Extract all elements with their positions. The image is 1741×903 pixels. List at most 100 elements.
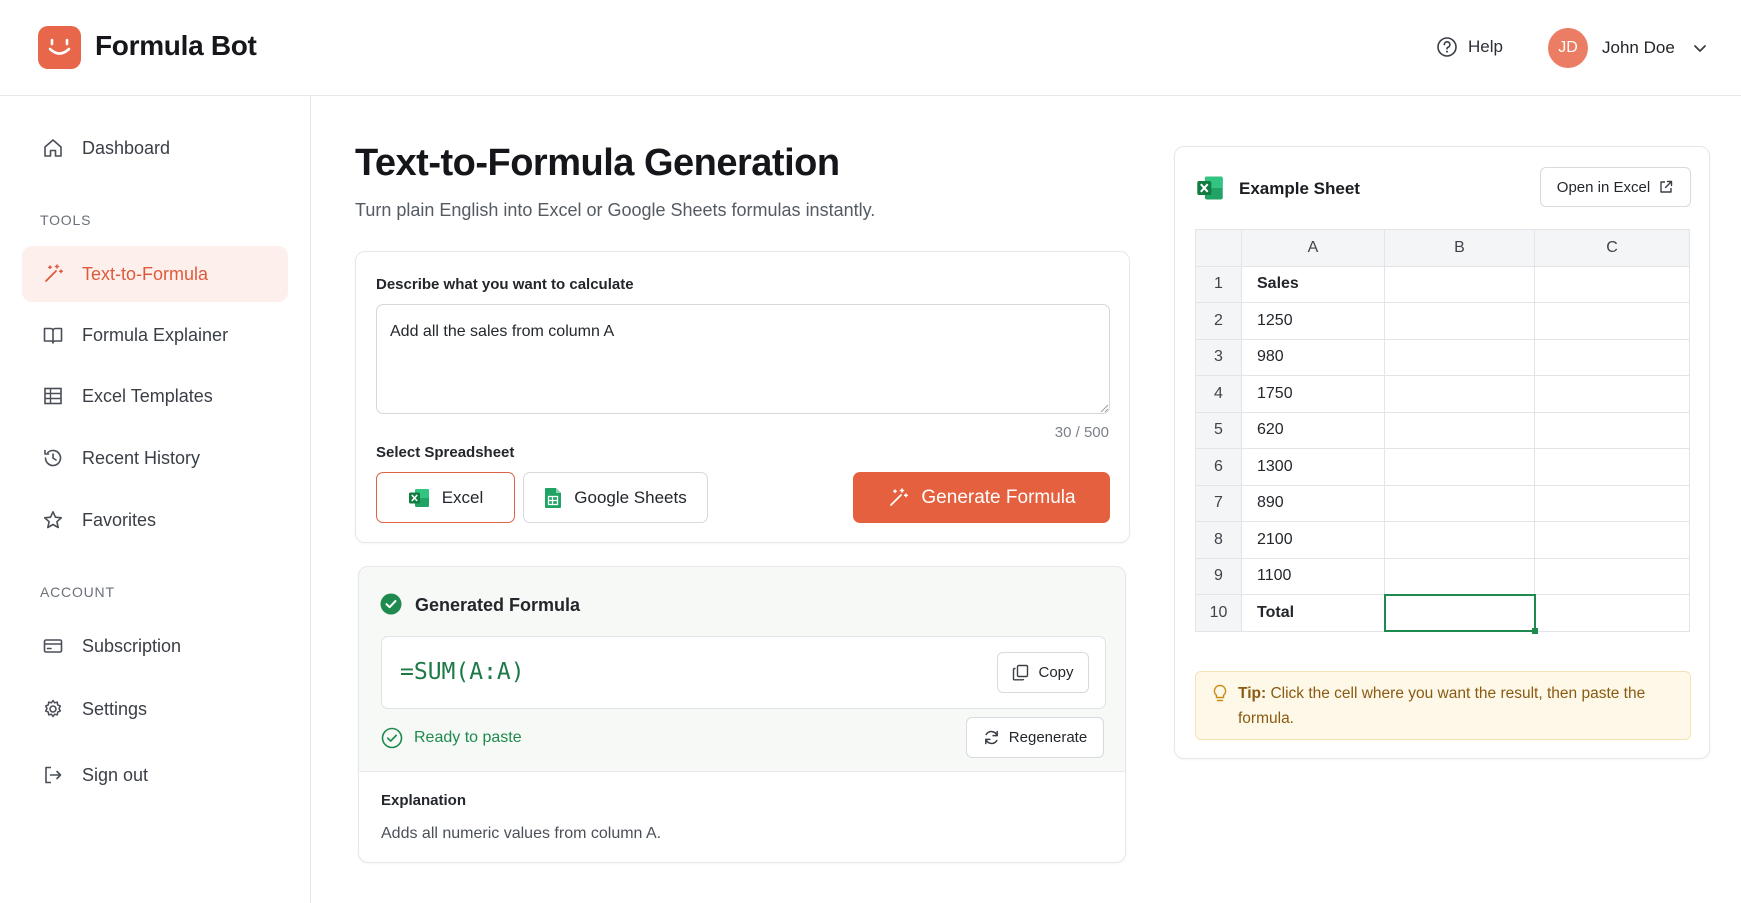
generated-formula-card: Generated Formula =SUM(A:A) Copy Ready t…: [358, 566, 1126, 863]
cell-a1[interactable]: Sales: [1241, 265, 1385, 303]
sidebar-item-label: Recent History: [82, 447, 201, 468]
google-sheets-option-label: Google Sheets: [574, 487, 687, 507]
user-avatar[interactable]: JD: [1548, 28, 1588, 68]
sidebar-item-label: Subscription: [82, 635, 182, 656]
table-row: 10 Total: [1195, 593, 1690, 634]
column-header-b[interactable]: B: [1384, 229, 1535, 267]
cell-a8[interactable]: 2100: [1241, 521, 1385, 559]
sidebar-item-label: Excel Templates: [82, 385, 213, 406]
sidebar: Dashboard TOOLS Text-to-Formula Formula …: [0, 96, 311, 903]
cell-c9[interactable]: [1534, 557, 1690, 595]
ready-status: Ready to paste: [381, 727, 522, 749]
column-header-c[interactable]: C: [1534, 229, 1690, 267]
sidebar-item-subscription[interactable]: Subscription: [22, 618, 288, 674]
cell-c8[interactable]: [1534, 521, 1690, 559]
sidebar-item-favorites[interactable]: Favorites: [22, 492, 288, 548]
row-number[interactable]: 4: [1195, 375, 1242, 413]
cell-b2[interactable]: [1384, 302, 1535, 340]
row-number[interactable]: 1: [1195, 265, 1242, 303]
external-link-icon: [1660, 180, 1673, 193]
row-number[interactable]: 9: [1195, 557, 1242, 595]
character-count: 30 / 500: [1054, 424, 1109, 441]
google-sheets-option-button[interactable]: Google Sheets: [523, 472, 708, 523]
cell-a10[interactable]: Total: [1241, 594, 1385, 632]
cell-b8[interactable]: [1384, 521, 1535, 559]
resize-handle-icon[interactable]: [1099, 403, 1109, 413]
cell-c1[interactable]: [1534, 265, 1690, 303]
help-link[interactable]: Help: [1436, 36, 1503, 58]
sidebar-item-settings[interactable]: Settings: [22, 681, 288, 737]
column-header-a[interactable]: A: [1241, 229, 1385, 267]
row-number[interactable]: 3: [1195, 338, 1242, 376]
cell-b7[interactable]: [1384, 484, 1535, 522]
magic-wand-icon: [890, 487, 909, 506]
formula-input-card: Describe what you want to calculate Add …: [355, 251, 1130, 543]
row-number[interactable]: 10: [1195, 594, 1242, 632]
cell-b6[interactable]: [1384, 448, 1535, 486]
formula-text[interactable]: =SUM(A:A): [400, 659, 525, 685]
tip-box: Tip: Click the cell where you want the r…: [1195, 671, 1691, 740]
generate-formula-button[interactable]: Generate Formula: [853, 472, 1110, 523]
excel-icon: [408, 488, 429, 507]
sidebar-item-sign-out[interactable]: Sign out: [22, 747, 288, 803]
help-circle-icon: [1437, 37, 1457, 57]
row-number[interactable]: 5: [1195, 411, 1242, 449]
sidebar-item-label: Sign out: [82, 764, 149, 785]
refresh-icon: [984, 730, 998, 745]
sidebar-item-formula-explainer[interactable]: Formula Explainer: [22, 307, 288, 363]
example-sheet-card: Example Sheet Open in Excel A B C 1 Sale…: [1174, 146, 1710, 759]
sidebar-item-recent-history[interactable]: Recent History: [22, 430, 288, 486]
cell-b4[interactable]: [1384, 375, 1535, 413]
open-in-excel-button[interactable]: Open in Excel: [1540, 167, 1691, 207]
sidebar-item-text-to-formula[interactable]: Text-to-Formula: [22, 246, 288, 302]
example-sheet-title: Example Sheet: [1239, 179, 1360, 198]
table-row: 4 1750: [1195, 375, 1690, 413]
account-section-heading: ACCOUNT: [40, 584, 115, 600]
row-number[interactable]: 7: [1195, 484, 1242, 522]
cell-a3[interactable]: 980: [1241, 338, 1385, 376]
chevron-down-icon[interactable]: [1692, 40, 1708, 56]
selected-cell-b10[interactable]: [1383, 593, 1538, 634]
row-number[interactable]: 6: [1195, 448, 1242, 486]
cell-b1[interactable]: [1384, 265, 1535, 303]
regenerate-label: Regenerate: [1008, 729, 1088, 746]
sidebar-item-excel-templates[interactable]: Excel Templates: [22, 368, 288, 424]
ready-status-label: Ready to paste: [414, 729, 522, 746]
excel-option-button[interactable]: Excel: [376, 472, 515, 523]
magic-wand-icon: [45, 264, 64, 282]
row-number[interactable]: 8: [1195, 521, 1242, 559]
cell-a5[interactable]: 620: [1241, 411, 1385, 449]
cell-c7[interactable]: [1534, 484, 1690, 522]
cell-a6[interactable]: 1300: [1241, 448, 1385, 486]
fill-handle[interactable]: [1531, 628, 1538, 634]
check-circle-filled-icon: [380, 593, 402, 615]
brand-name: Formula Bot: [95, 30, 257, 61]
explanation-text: Adds all numeric values from column A.: [381, 825, 662, 842]
cell-c6[interactable]: [1534, 448, 1690, 486]
excel-option-label: Excel: [441, 487, 484, 507]
cell-a9[interactable]: 1100: [1241, 557, 1385, 595]
row-number[interactable]: 2: [1195, 302, 1242, 340]
cell-b3[interactable]: [1384, 338, 1535, 376]
cell-c10[interactable]: [1534, 594, 1690, 632]
cell-a7[interactable]: 890: [1241, 484, 1385, 522]
cell-a2[interactable]: 1250: [1241, 302, 1385, 340]
cell-c5[interactable]: [1534, 411, 1690, 449]
sidebar-item-dashboard[interactable]: Dashboard: [22, 120, 288, 176]
excel-icon: [1197, 176, 1223, 200]
regenerate-button[interactable]: Regenerate: [966, 717, 1104, 758]
formula-bot-logo[interactable]: [38, 26, 81, 69]
sidebar-item-label: Text-to-Formula: [82, 263, 209, 284]
top-header: Formula Bot Help JD John Doe: [0, 0, 1741, 96]
table-row: 9 1100: [1195, 557, 1690, 595]
cell-c2[interactable]: [1534, 302, 1690, 340]
cell-c4[interactable]: [1534, 375, 1690, 413]
cell-a4[interactable]: 1750: [1241, 375, 1385, 413]
cell-b9[interactable]: [1384, 557, 1535, 595]
cell-b5[interactable]: [1384, 411, 1535, 449]
cell-c3[interactable]: [1534, 338, 1690, 376]
copy-button[interactable]: Copy: [997, 652, 1089, 693]
prompt-textarea[interactable]: Add all the sales from column A: [376, 304, 1110, 414]
corner-cell[interactable]: [1195, 229, 1242, 267]
user-name[interactable]: John Doe: [1602, 38, 1675, 58]
